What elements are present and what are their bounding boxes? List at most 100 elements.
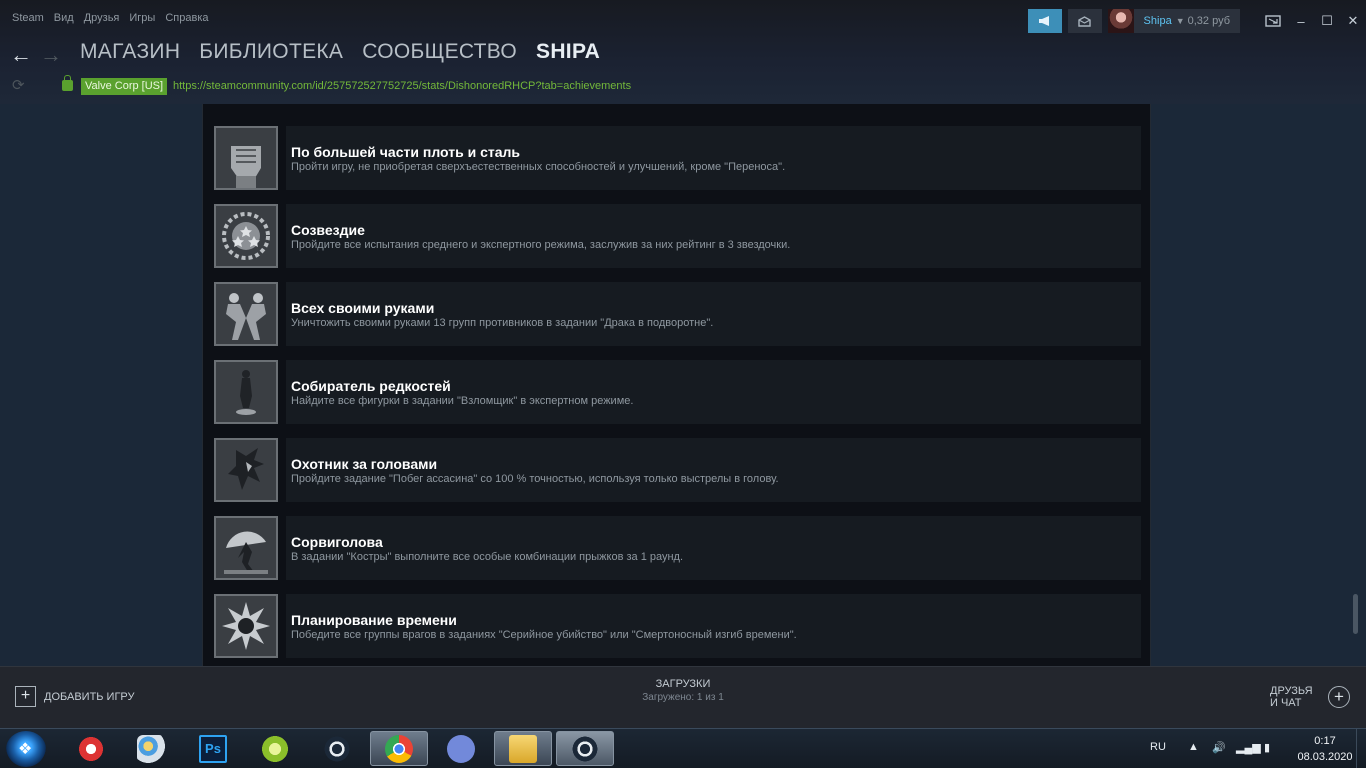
start-button[interactable]: ❖ [6, 731, 46, 767]
paint-palette-icon [137, 734, 165, 763]
downloads-button[interactable]: ЗАГРУЗКИ Загружено: 1 из 1 [583, 678, 783, 703]
discord-icon [447, 734, 475, 763]
downloads-status: Загружено: 1 из 1 [642, 692, 724, 703]
menu-bar: Steam Вид Друзья Игры Справка [0, 0, 219, 36]
achievement-description: В задании "Костры" выполните все особые … [291, 551, 684, 563]
achievement-panel: Охотник за головами Пройдите задание "По… [286, 438, 1141, 502]
system-tray: RU ▲ 🔊 ▂▄▆ ▮ 0:17 08.03.2020 [1136, 729, 1366, 768]
achievement-title: Всех своими руками [291, 300, 435, 316]
scrollbar-thumb[interactable] [1353, 594, 1358, 634]
achievement-panel: Сорвиголова В задании "Костры" выполните… [286, 516, 1141, 580]
reload-icon[interactable]: ⟳ [12, 76, 25, 94]
taskbar-app-photoshop[interactable]: Ps [184, 731, 242, 766]
url-address[interactable]: https://steamcommunity.com/id/2575725277… [173, 80, 631, 92]
achievement-panel: Собиратель редкостей Найдите все фигурки… [286, 360, 1141, 424]
friends-label-line2: И ЧАТ [1270, 697, 1302, 709]
big-picture-icon [1265, 15, 1281, 27]
wallet-balance: 0,32 руб [1187, 15, 1230, 27]
photoshop-icon: Ps [199, 734, 227, 763]
taskbar-app-steam-pinned[interactable] [308, 731, 366, 766]
achievement-row: Планирование времени Победите все группы… [214, 594, 1141, 658]
bottom-bar: + ДОБАВИТЬ ИГРУ ЗАГРУЗКИ Загружено: 1 из… [0, 666, 1366, 728]
steam-header: Steam Вид Друзья Игры Справка Shipa ▼ 0,… [0, 0, 1366, 104]
minimize-button[interactable]: – [1288, 9, 1314, 33]
achievement-title: Охотник за головами [291, 456, 438, 472]
folder-icon [509, 734, 537, 763]
achievement-panel: По большей части плоть и сталь Пройти иг… [286, 126, 1141, 190]
account-name: Shipa [1143, 15, 1172, 27]
add-friend-icon: + [1328, 686, 1350, 708]
plus-icon: + [15, 686, 36, 707]
maximize-button[interactable]: ☐ [1314, 9, 1340, 33]
account-menu[interactable]: Shipa ▼ 0,32 руб [1107, 9, 1240, 33]
fist-icon [214, 126, 278, 190]
close-button[interactable]: ✕ [1340, 9, 1366, 33]
steam-icon [571, 734, 599, 763]
achievement-description: Уничтожить своими руками 13 групп против… [291, 317, 714, 329]
achievement-description: Победите все группы врагов в заданиях "С… [291, 629, 797, 641]
achievement-title: Планирование времени [291, 612, 457, 628]
chevron-down-icon: ▼ [1175, 16, 1185, 26]
tab-profile[interactable]: SHIPA [536, 40, 600, 64]
tab-library[interactable]: БИБЛИОТЕКА [199, 40, 343, 64]
friends-chat-button[interactable]: ДРУЗЬЯ И ЧАТ + [1270, 685, 1350, 709]
clock-time[interactable]: 0:17 [1301, 735, 1349, 747]
menu-steam[interactable]: Steam [12, 12, 44, 24]
achievement-row: По большей части плоть и сталь Пройти иг… [214, 126, 1141, 190]
show-desktop-button[interactable] [1356, 729, 1366, 768]
volume-icon[interactable]: 🔊 [1212, 741, 1226, 754]
brawl-icon [214, 282, 278, 346]
achievement-description: Пройти игру, не приобретая сверхъестеств… [291, 161, 786, 173]
lock-icon [62, 75, 73, 91]
network-icon[interactable]: ▂▄▆ [1236, 741, 1261, 754]
windows-taskbar: ❖ Ps RU ▲ 🔊 ▂▄▆ ▮ 0:17 08.03.2020 [0, 728, 1366, 768]
taskbar-app-explorer[interactable] [494, 731, 552, 766]
menu-help[interactable]: Справка [165, 12, 208, 24]
achievement-row: Охотник за головами Пройдите задание "По… [214, 438, 1141, 502]
lime-icon [261, 734, 289, 763]
taskbar-app-chrome[interactable] [370, 731, 428, 766]
achievement-panel: Планирование времени Победите все группы… [286, 594, 1141, 658]
forward-arrow-icon[interactable]: → [40, 42, 62, 68]
steam-icon [323, 734, 351, 763]
taskbar-app-lime[interactable] [246, 731, 304, 766]
achievement-description: Найдите все фигурки в задании "Взломщик"… [291, 395, 634, 407]
achievement-description: Пройдите все испытания среднего и экспер… [291, 239, 791, 251]
add-game-label: ДОБАВИТЬ ИГРУ [44, 690, 135, 703]
certificate-badge[interactable]: Valve Corp [US] [81, 78, 168, 95]
tab-community[interactable]: СООБЩЕСТВО [362, 40, 517, 64]
avatar[interactable] [1107, 9, 1134, 33]
taskbar-app-ccleaner[interactable] [62, 731, 120, 766]
tray-expand-icon[interactable]: ▲ [1188, 741, 1199, 753]
achievement-title: Собиратель редкостей [291, 378, 451, 394]
nav-tabs: МАГАЗИН БИБЛИОТЕКА СООБЩЕСТВО SHIPA [80, 40, 619, 64]
taskbar-app-steam-active[interactable] [556, 731, 614, 766]
achievement-row: Всех своими руками Уничтожить своими рук… [214, 282, 1141, 346]
announcements-button[interactable] [1027, 9, 1062, 33]
achievements-list: По большей части плоть и сталь Пройти иг… [202, 104, 1151, 666]
clock-date[interactable]: 08.03.2020 [1296, 751, 1354, 763]
add-game-button[interactable]: + ДОБАВИТЬ ИГРУ [15, 686, 135, 707]
back-arrow-icon[interactable]: ← [10, 42, 32, 68]
chrome-icon [385, 734, 413, 763]
language-indicator[interactable]: RU [1150, 741, 1166, 753]
menu-friends[interactable]: Друзья [84, 12, 120, 24]
big-picture-button[interactable] [1258, 9, 1288, 33]
figurine-icon [214, 360, 278, 424]
achievement-panel: Созвездие Пройдите все испытания среднег… [286, 204, 1141, 268]
achievement-title: Сорвиголова [291, 534, 383, 550]
notifications-button[interactable] [1067, 9, 1102, 33]
menu-games[interactable]: Игры [129, 12, 155, 24]
jumper-icon [214, 516, 278, 580]
achievement-title: По большей части плоть и сталь [291, 144, 521, 160]
stars-wreath-icon [214, 204, 278, 268]
achievement-panel: Всех своими руками Уничтожить своими рук… [286, 282, 1141, 346]
friends-chat-label: ДРУЗЬЯ И ЧАТ [1270, 685, 1320, 709]
tab-store[interactable]: МАГАЗИН [80, 40, 180, 64]
menu-view[interactable]: Вид [54, 12, 74, 24]
achievement-row: Собиратель редкостей Найдите все фигурки… [214, 360, 1141, 424]
downloads-title: ЗАГРУЗКИ [655, 678, 711, 690]
taskbar-app-paint[interactable] [122, 731, 180, 766]
battery-icon[interactable]: ▮ [1264, 741, 1270, 754]
taskbar-app-discord[interactable] [432, 731, 490, 766]
